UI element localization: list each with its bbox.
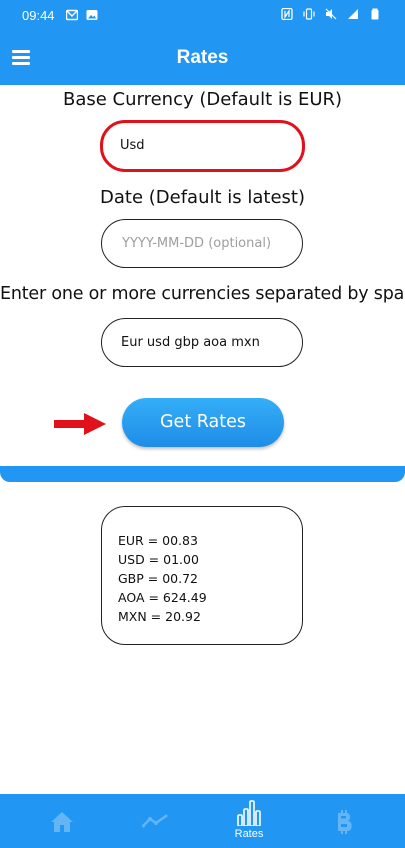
mute-icon <box>325 8 337 20</box>
nav-rates-label: Rates <box>234 828 264 840</box>
bottom-navigation: Rates <box>0 794 405 848</box>
divider-band <box>0 466 405 482</box>
nav-rates[interactable]: Rates <box>226 794 272 848</box>
nav-trend[interactable] <box>134 794 174 848</box>
battery-icon <box>371 8 379 20</box>
app-bar: Rates <box>0 33 405 85</box>
currencies-label: Enter one or more currencies separated b… <box>0 284 405 304</box>
result-line-eur: EUR = 00.83 <box>118 533 198 548</box>
nav-home[interactable] <box>42 794 82 848</box>
image-icon <box>86 10 98 20</box>
home-icon <box>51 812 73 832</box>
date-input[interactable]: YYYY-MM-DD (optional) <box>101 219 303 268</box>
result-line-aoa: AOA = 624.49 <box>118 590 207 605</box>
page-title: Rates <box>176 47 229 68</box>
nfc-icon <box>281 8 293 20</box>
trending-icon <box>142 814 168 828</box>
bar-chart-icon <box>237 800 261 826</box>
signal-icon <box>348 9 358 19</box>
base-currency-label: Base Currency (Default is EUR) <box>62 89 343 110</box>
vibrate-icon <box>303 8 315 20</box>
result-line-mxn: MXN = 20.92 <box>118 609 201 624</box>
result-line-gbp: GBP = 00.72 <box>118 571 199 586</box>
result-line-usd: USD = 01.00 <box>118 552 199 567</box>
gmail-icon <box>66 9 78 21</box>
currencies-input[interactable]: Eur usd gbp aoa mxn <box>101 318 303 367</box>
status-time: 09:44 <box>22 8 55 23</box>
bitcoin-icon <box>338 810 352 834</box>
nav-bitcoin[interactable] <box>326 794 366 848</box>
date-label: Date (Default is latest) <box>100 187 305 208</box>
get-rates-button[interactable]: Get Rates <box>122 398 284 447</box>
status-bar: 09:44 <box>0 0 405 33</box>
results-box: EUR = 00.83 USD = 01.00 GBP = 00.72 AOA … <box>101 506 303 645</box>
base-currency-highlight <box>100 120 305 172</box>
pointer-arrow-icon <box>54 413 106 435</box>
